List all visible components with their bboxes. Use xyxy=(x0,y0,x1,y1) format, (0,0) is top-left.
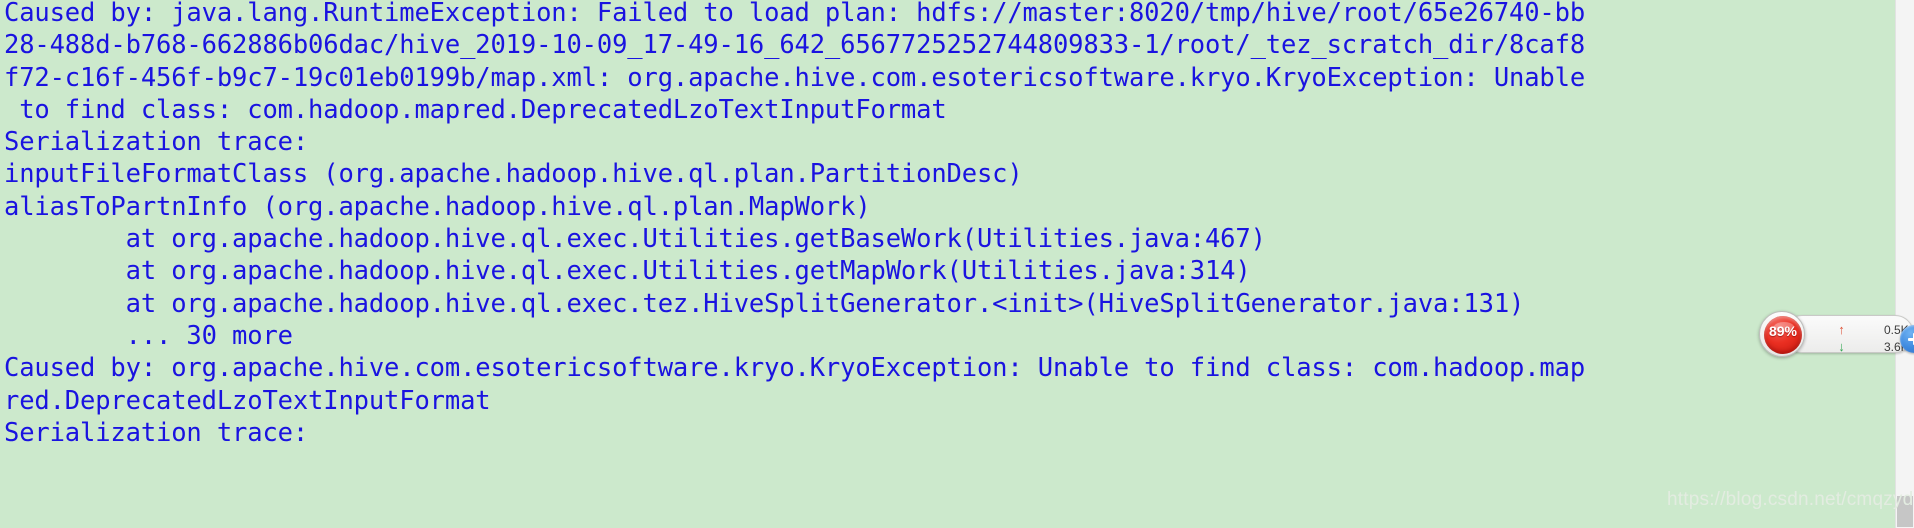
log-line: 28-488d-b768-662886b06dac/hive_2019-10-0… xyxy=(4,30,1586,61)
cpu-usage-percent-label: 89% xyxy=(1768,323,1798,339)
log-line: Caused by: org.apache.hive.com.esoterics… xyxy=(4,353,1586,384)
log-line: red.DeprecatedLzoTextInputFormat xyxy=(4,385,491,416)
plus-icon xyxy=(1900,325,1914,353)
network-speed-widget[interactable]: ↑ 0.5K/s ↓ 3.6K/s 89% xyxy=(1759,311,1914,357)
log-line: f72-c16f-456f-b9c7-19c01eb0199b/map.xml:… xyxy=(4,62,1586,93)
log-line: Caused by: java.lang.RuntimeException: F… xyxy=(4,0,1586,28)
log-line: aliasToPartnInfo (org.apache.hadoop.hive… xyxy=(4,191,871,222)
log-line: Serialization trace: xyxy=(4,127,309,158)
log-line: at org.apache.hadoop.hive.ql.exec.tez.Hi… xyxy=(4,288,1525,319)
log-line: ... 30 more xyxy=(4,320,293,351)
console-log-pane[interactable]: Caused by: java.lang.RuntimeException: F… xyxy=(0,0,1896,528)
log-line: at org.apache.hadoop.hive.ql.exec.Utilit… xyxy=(4,224,1266,255)
log-line: at org.apache.hadoop.hive.ql.exec.Utilit… xyxy=(4,256,1251,287)
log-line: inputFileFormatClass (org.apache.hadoop.… xyxy=(4,159,1023,190)
add-button[interactable] xyxy=(1900,325,1914,353)
blog-url-watermark: https://blog.csdn.net/cmqzyd2222 xyxy=(1667,489,1914,510)
log-line: to find class: com.hadoop.mapred.Depreca… xyxy=(4,94,947,125)
cpu-usage-gauge[interactable]: 89% xyxy=(1759,311,1805,357)
vertical-scrollbar[interactable] xyxy=(1895,0,1914,528)
upload-arrow-icon: ↑ xyxy=(1838,322,1845,337)
exception-stack-trace-text: Caused by: java.lang.RuntimeException: F… xyxy=(0,0,1896,449)
download-arrow-icon: ↓ xyxy=(1838,339,1845,354)
log-line: Serialization trace: xyxy=(4,417,309,448)
